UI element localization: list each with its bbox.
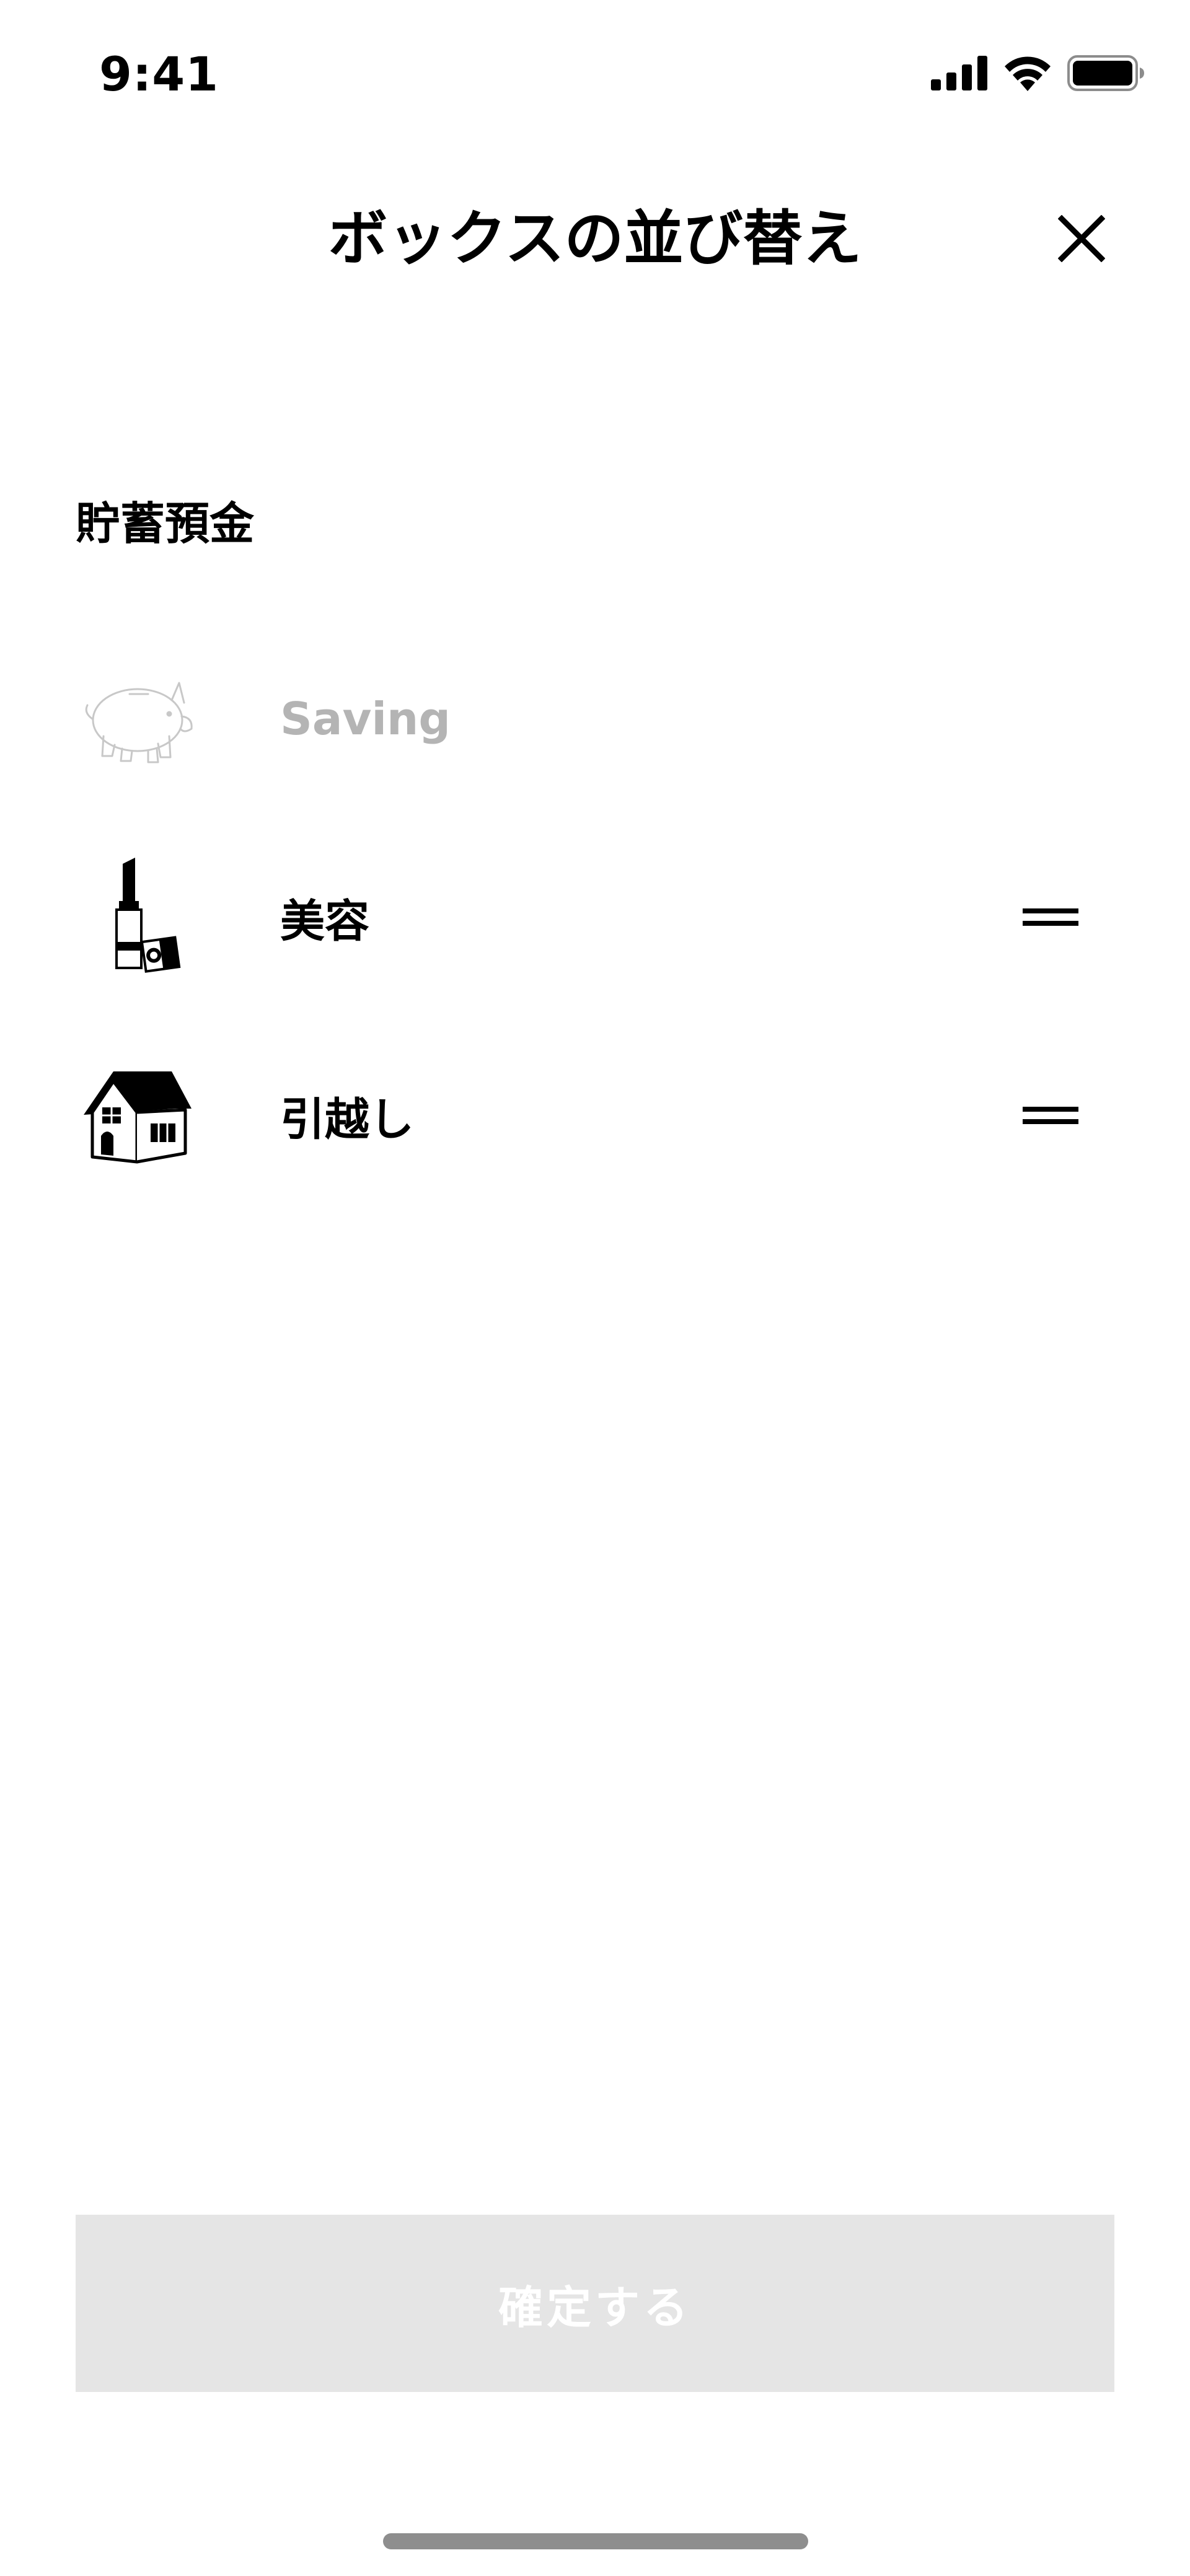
section-title: 貯蓄預金 <box>76 498 255 550</box>
drag-handle[interactable] <box>1004 1081 1097 1150</box>
box-label: 美容 <box>280 895 370 947</box>
status-icons <box>931 51 1145 95</box>
drag-handle-icon <box>1023 908 1078 926</box>
piggy-bank-icon <box>76 657 200 781</box>
close-button[interactable] <box>1047 204 1116 273</box>
box-row-beauty[interactable]: 美容 <box>0 824 1190 1010</box>
home-indicator[interactable] <box>383 2533 808 2549</box>
drag-handle-icon <box>1023 1107 1078 1124</box>
drag-handle[interactable] <box>1004 883 1097 951</box>
box-label: 引越し <box>280 1093 415 1146</box>
battery-icon <box>1067 55 1144 91</box>
confirm-button[interactable]: 確定する <box>76 2215 1114 2392</box>
wifi-icon <box>1005 56 1051 91</box>
house-icon <box>76 1053 200 1177</box>
box-row-saving: Saving <box>0 626 1190 812</box>
cellular-signal-icon <box>931 56 987 90</box>
status-time: 9:41 <box>99 46 219 102</box>
lipstick-icon <box>76 855 200 979</box>
box-row-moving[interactable]: 引越し <box>0 1022 1190 1208</box>
close-icon <box>1058 215 1105 262</box>
page-title: ボックスの並び替え <box>328 204 862 273</box>
box-label: Saving <box>280 693 451 745</box>
